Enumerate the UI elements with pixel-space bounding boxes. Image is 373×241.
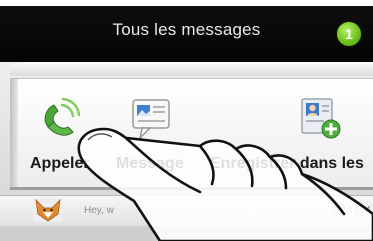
- message-snippet: Hey, w: [84, 205, 114, 216]
- quick-actions-bar: Appeler Message Enregistrer dans les: [10, 78, 373, 190]
- call-button[interactable]: Appeler: [30, 97, 100, 187]
- list-bottom-strip: [0, 226, 373, 241]
- title-bar: Tous les messages 1: [0, 6, 373, 62]
- message-label: Message: [116, 155, 184, 172]
- quick-actions-left-edge: [10, 79, 18, 189]
- quick-actions-bottom-edge: [10, 187, 373, 190]
- save-contact-icon: [301, 98, 341, 139]
- message-button[interactable]: Message: [116, 97, 196, 187]
- message-list-item[interactable]: Hey, w 3:14 PM: [0, 195, 373, 226]
- unread-count-badge[interactable]: 1: [337, 22, 361, 46]
- fox-avatar-icon: [34, 198, 62, 222]
- message-bubble-icon: [132, 99, 170, 141]
- save-contact-label: Enregistrer dans les: [210, 155, 364, 172]
- page-title: Tous les messages: [112, 20, 261, 39]
- panel-header-strip: [10, 62, 373, 76]
- call-label: Appeler: [30, 155, 90, 172]
- message-timestamp: 3:14 PM: [333, 205, 371, 216]
- save-contact-button[interactable]: Enregistrer dans les: [206, 97, 373, 187]
- phone-handset-icon: [44, 97, 81, 136]
- messages-screen: Tous les messages 1 Appeler Message Enre…: [0, 0, 373, 241]
